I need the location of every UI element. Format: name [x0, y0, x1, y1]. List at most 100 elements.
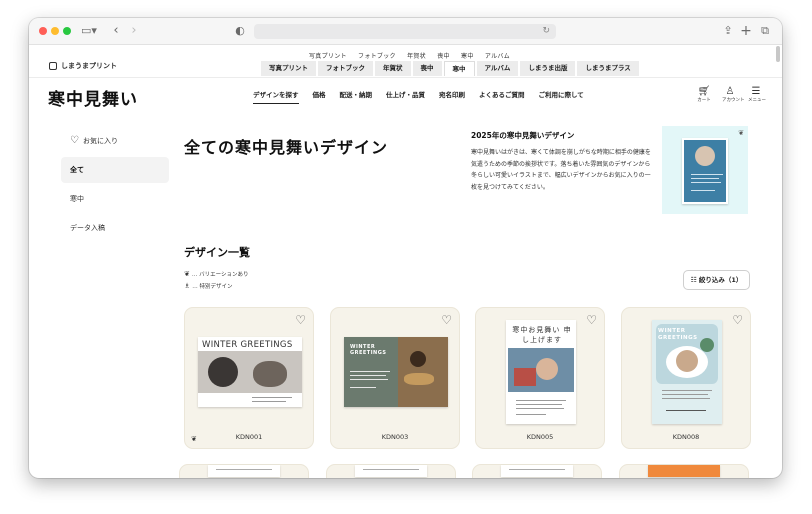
zoom-window-button[interactable]	[63, 27, 71, 35]
text-line	[516, 414, 546, 415]
nav-faq[interactable]: よくあるご質問	[479, 89, 525, 104]
text-line	[252, 397, 292, 398]
reload-icon[interactable]: ↻	[542, 24, 550, 39]
thumbnail-photo-subject	[676, 350, 698, 372]
service-tab-kanchu[interactable]: 寒中	[443, 61, 475, 76]
ghost-nav-item: 写真プリント	[309, 53, 347, 60]
text-line	[691, 174, 723, 175]
cart-icon: 🛒︎	[697, 86, 711, 97]
filter-icon: ☷	[690, 276, 697, 284]
brand-name: しまうまプリント	[61, 62, 117, 70]
brand-logo-icon	[49, 62, 57, 70]
account-icon: ♙	[725, 86, 735, 97]
ghost-nav-item: 喪中	[437, 53, 450, 60]
sidebar-item-all[interactable]: 全て	[61, 157, 169, 183]
service-tab-mochu[interactable]: 喪中	[412, 61, 442, 76]
product-card-kdn008[interactable]: ♡ WINTER GREETINGS KDN008	[621, 307, 751, 449]
forward-icon[interactable]: ›	[129, 24, 139, 38]
intro-block: 2025年の寒中見舞いデザイン 寒中見舞いはがきは、寒くて体調を崩しがちな時期に…	[471, 130, 654, 193]
minimize-window-button[interactable]	[51, 27, 59, 35]
account-button[interactable]: ♙ アカウント	[722, 86, 745, 103]
design-thumbnail: 寒中お見舞い 申し上げます	[506, 320, 576, 424]
thumbnail-photo-subject	[514, 368, 536, 386]
nav-address-printing[interactable]: 宛名印刷	[439, 89, 465, 104]
variation-icon: ❦	[738, 129, 744, 137]
sidebar-item-label: お気に入り	[82, 137, 118, 145]
thumbnail-heading: 寒中お見舞い 申し上げます	[512, 326, 572, 344]
featured-card-preview	[682, 138, 728, 204]
back-icon[interactable]: ‹	[111, 24, 121, 38]
favorite-heart-icon[interactable]: ♡	[732, 313, 743, 327]
legend-variation: … バリエーションあり	[191, 272, 249, 278]
text-line	[662, 390, 712, 391]
service-tab-plus[interactable]: しまうまプラス	[577, 61, 639, 76]
service-tabs: 写真プリント フォトブック 年賀状 喪中 寒中 アルバム しまうま出版 しまうま…	[261, 61, 641, 76]
ghost-nav-item: アルバム	[484, 53, 510, 60]
nav-find-design[interactable]: デザインを探す	[253, 89, 299, 104]
shield-icon[interactable]: ◐	[234, 24, 246, 38]
browser-toolbar: ▭▾ ‹ › ◐ ↻ ⇪ + ⧉	[29, 18, 782, 45]
product-card-kdn001[interactable]: ♡ WINTER GREETINGS ❦ KDN001	[184, 307, 314, 449]
menu-icon: ☰	[751, 86, 761, 97]
sidebar-icon[interactable]: ▭▾	[81, 24, 97, 38]
nav-usage[interactable]: ご利用に際して	[539, 89, 584, 104]
favorite-heart-icon[interactable]: ♡	[295, 313, 306, 327]
sidebar-item-data-upload[interactable]: データ入稿	[61, 215, 169, 241]
address-bar[interactable]: ↻	[254, 24, 556, 39]
guitar-shape	[404, 373, 434, 385]
design-thumbnail	[648, 465, 720, 477]
page-brand-title[interactable]: 寒中見舞い	[48, 85, 138, 110]
service-tab-photobook[interactable]: フォトブック	[318, 61, 373, 76]
cart-label: カート	[697, 98, 711, 103]
sidebar-item-favorites[interactable]: ♡ お気に入り	[61, 128, 169, 154]
design-thumbnail	[208, 465, 280, 477]
menu-button[interactable]: ☰ メニュー	[748, 86, 766, 103]
product-card-partial[interactable]	[472, 464, 602, 478]
service-tab-photo-print[interactable]: 写真プリント	[261, 61, 316, 76]
cart-button[interactable]: 🛒︎ カート	[696, 86, 712, 103]
design-thumbnail	[355, 465, 427, 477]
scrollbar[interactable]	[776, 46, 780, 62]
product-code: KDN001	[235, 433, 263, 441]
service-tab-album[interactable]: アルバム	[476, 61, 519, 76]
product-card-kdn003[interactable]: ♡ WINTER GREETINGS KDN003	[330, 307, 460, 449]
text-line	[516, 404, 562, 405]
new-tab-icon[interactable]: +	[740, 24, 752, 38]
section-title: デザイン一覧	[184, 246, 250, 259]
browser-window: ▭▾ ‹ › ◐ ↻ ⇪ + ⧉ 写真プリント フォトブック 年賀状 喪中 寒中…	[29, 18, 782, 478]
favorite-heart-icon[interactable]: ♡	[586, 313, 597, 327]
close-window-button[interactable]	[39, 27, 47, 35]
main-nav: デザインを探す 価格 配送・納期 仕上げ・品質 宛名印刷 よくあるご質問 ご利用…	[253, 89, 598, 104]
sidebar-item-kanchu[interactable]: 寒中	[61, 186, 169, 212]
product-code: KDN005	[526, 433, 554, 441]
nav-shipping[interactable]: 配送・納期	[340, 89, 373, 104]
text-line	[666, 410, 706, 411]
header-icons: 🛒︎ カート ♙ アカウント ☰ メニュー	[696, 86, 766, 103]
filter-button[interactable]: ☷ 絞り込み（1）	[683, 270, 750, 290]
product-card-partial[interactable]	[326, 464, 456, 478]
product-card-kdn005[interactable]: ♡ 寒中お見舞い 申し上げます KDN005	[475, 307, 605, 449]
service-tab-publishing[interactable]: しまうま出版	[520, 61, 576, 76]
account-label: アカウント	[722, 98, 745, 103]
text-line	[252, 401, 286, 402]
filter-label: 絞り込み（1）	[698, 276, 743, 284]
tabs-icon[interactable]: ⧉	[759, 24, 771, 38]
product-card-partial[interactable]	[619, 464, 749, 478]
ghost-nav-item: 寒中	[461, 53, 474, 60]
ghost-nav-item: 年賀状	[407, 53, 426, 60]
thumbnail-photo-subject	[208, 357, 238, 387]
design-thumbnail	[501, 465, 573, 477]
nav-quality[interactable]: 仕上げ・品質	[386, 89, 425, 104]
product-card-partial[interactable]	[179, 464, 309, 478]
nav-price[interactable]: 価格	[313, 89, 326, 104]
site-brand[interactable]: しまうまプリント	[49, 61, 117, 71]
heart-icon: ♡	[70, 135, 79, 146]
share-icon[interactable]: ⇪	[722, 24, 734, 38]
service-tab-nengajo[interactable]: 年賀状	[375, 61, 411, 76]
favorite-heart-icon[interactable]: ♡	[441, 313, 452, 327]
product-code: KDN008	[672, 433, 700, 441]
thumbnail-heading: WINTER GREETINGS	[202, 340, 293, 350]
legend-special: … 特別デザイン	[192, 284, 233, 290]
text-line	[662, 394, 708, 395]
featured-design-image[interactable]: ❦	[662, 126, 748, 214]
